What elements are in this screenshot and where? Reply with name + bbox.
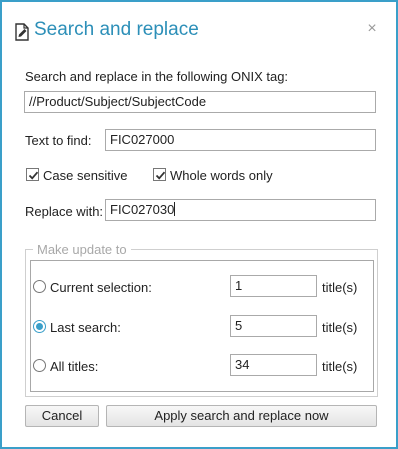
apply-search-replace-button[interactable]: Apply search and replace now [106, 405, 377, 427]
close-button[interactable]: × [364, 19, 380, 39]
case-sensitive-label[interactable]: Case sensitive [43, 168, 128, 183]
onix-tag-label: Search and replace in the following ONIX… [25, 69, 289, 84]
last-search-radio[interactable] [33, 320, 46, 333]
last-search-label[interactable]: Last search: [50, 320, 121, 335]
cancel-button[interactable]: Cancel [25, 405, 99, 427]
current-selection-count-input[interactable]: 1 [230, 275, 317, 297]
current-selection-radio[interactable] [33, 280, 46, 293]
replace-with-label: Replace with: [25, 204, 104, 219]
all-titles-radio[interactable] [33, 359, 46, 372]
all-titles-unit: title(s) [322, 359, 358, 374]
last-search-unit: title(s) [322, 320, 358, 335]
document-edit-icon [14, 23, 30, 41]
text-to-find-input[interactable]: FIC027000 [105, 129, 376, 151]
text-to-find-label: Text to find: [25, 133, 92, 148]
current-selection-unit: title(s) [322, 280, 358, 295]
last-search-count-input[interactable]: 5 [230, 315, 317, 337]
all-titles-label[interactable]: All titles: [50, 359, 98, 374]
onix-tag-input[interactable]: //Product/Subject/SubjectCode [24, 91, 376, 113]
search-replace-dialog: Search and replace × Search and replace … [0, 0, 398, 449]
checkmark-icon [28, 171, 39, 180]
whole-words-label[interactable]: Whole words only [170, 168, 273, 183]
radio-selected-dot [36, 323, 43, 330]
replace-with-input[interactable]: FIC027030 [105, 199, 376, 221]
checkmark-icon [155, 171, 166, 180]
make-update-legend: Make update to [33, 242, 131, 257]
title-bar: Search and replace × [2, 2, 396, 58]
current-selection-label[interactable]: Current selection: [50, 280, 152, 295]
dialog-title: Search and replace [34, 19, 199, 40]
text-cursor [174, 202, 176, 216]
replace-with-value: FIC027030 [110, 202, 175, 217]
whole-words-checkbox[interactable] [153, 168, 166, 181]
case-sensitive-checkbox[interactable] [26, 168, 39, 181]
all-titles-count-input[interactable]: 34 [230, 354, 317, 376]
